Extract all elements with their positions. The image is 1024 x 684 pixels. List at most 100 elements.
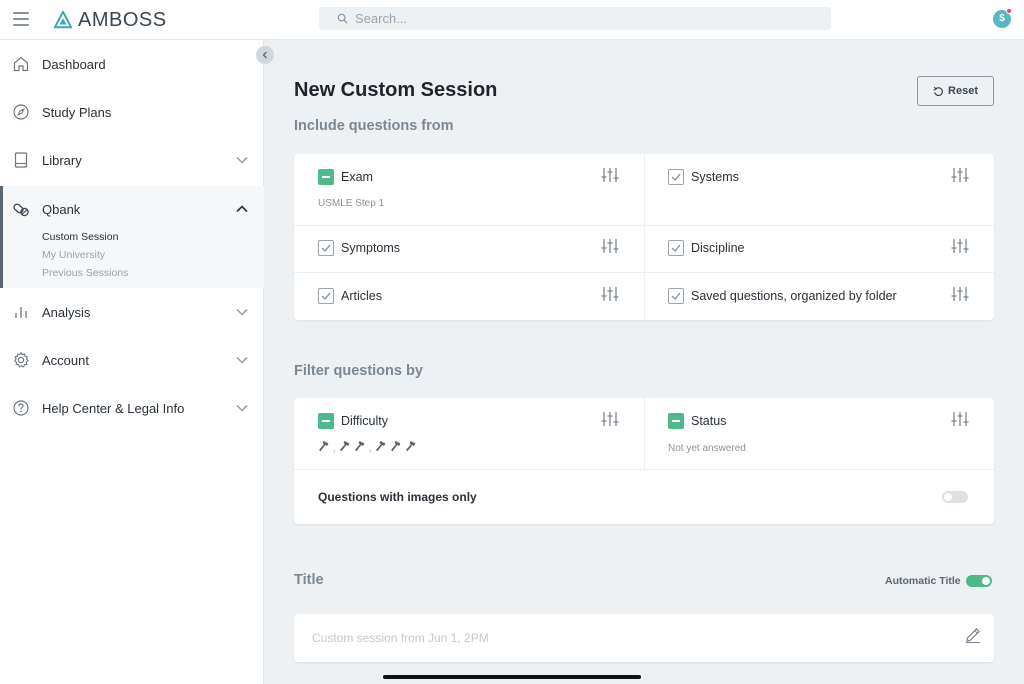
tune-icon[interactable] [951, 167, 969, 183]
sidebar-item-analysis[interactable]: Analysis [0, 288, 264, 336]
toggle-knob [982, 577, 990, 585]
sidebar-item-help-center[interactable]: Help Center & Legal Info [0, 384, 264, 432]
toggle-knob [944, 493, 952, 501]
app-logo[interactable]: AMBOSS [54, 8, 167, 32]
bar-chart-icon [15, 307, 27, 318]
divider [644, 398, 645, 469]
filter-status[interactable]: Status [668, 413, 726, 429]
tune-icon[interactable] [951, 411, 969, 427]
sidebar-item-library[interactable]: Library [0, 136, 264, 184]
include-discipline[interactable]: Discipline [668, 240, 745, 256]
tune-icon[interactable] [951, 238, 969, 254]
include-heading: Include questions from [294, 118, 454, 134]
search-input[interactable] [355, 11, 795, 26]
automatic-title-toggle[interactable] [966, 575, 992, 587]
reset-label: Reset [948, 85, 978, 97]
include-card: Exam USMLE Step 1 Systems Symptoms Disci… [294, 154, 994, 320]
hammer-icon[interactable] [390, 440, 402, 452]
images-only-toggle[interactable] [942, 491, 968, 503]
divider [294, 469, 994, 470]
tune-icon[interactable] [601, 238, 619, 254]
check-icon [671, 173, 681, 181]
notification-dot [1006, 8, 1012, 14]
check-icon [321, 244, 331, 252]
session-title-input[interactable] [312, 628, 932, 648]
book-icon [14, 152, 28, 168]
include-exam[interactable]: Exam [318, 169, 373, 185]
tune-icon[interactable] [601, 286, 619, 302]
sidebar-item-account[interactable]: Account [0, 336, 264, 384]
help-icon [13, 400, 29, 416]
hammer-icon[interactable] [354, 440, 366, 452]
hammer-icon[interactable] [318, 440, 330, 452]
difficulty-label: Difficulty [341, 414, 389, 428]
filter-card: Difficulty , , Status Not yet answered Q… [294, 398, 994, 524]
chevron-up-icon[interactable] [236, 205, 248, 213]
sidebar-collapse-button[interactable] [256, 46, 274, 64]
sidebar-item-qbank[interactable]: Qbank [0, 186, 264, 232]
search-bar[interactable] [319, 7, 831, 30]
systems-label: Systems [691, 170, 739, 184]
divider [294, 272, 994, 273]
include-saved-questions[interactable]: Saved questions, organized by folder [668, 288, 897, 304]
sidebar-item-label: Study Plans [42, 104, 112, 120]
chevron-down-icon[interactable] [236, 404, 248, 412]
home-icon [13, 56, 29, 72]
chevron-down-icon[interactable] [236, 356, 248, 364]
menu-icon[interactable] [13, 12, 29, 26]
chevron-down-icon[interactable] [236, 156, 248, 164]
check-icon [671, 244, 681, 252]
exam-label: Exam [341, 170, 373, 184]
saved-questions-label: Saved questions, organized by folder [691, 289, 897, 303]
difficulty-checkbox[interactable] [318, 413, 334, 429]
status-checkbox[interactable] [668, 413, 684, 429]
sidebar-item-dashboard[interactable]: Dashboard [0, 40, 264, 88]
home-indicator[interactable] [383, 675, 641, 679]
articles-label: Articles [341, 289, 382, 303]
reset-icon [933, 86, 943, 96]
filter-difficulty[interactable]: Difficulty [318, 413, 388, 429]
sidebar-item-study-plans[interactable]: Study Plans [0, 88, 264, 136]
title-input-card [294, 614, 994, 662]
exam-selection: USMLE Step 1 [318, 198, 385, 209]
top-bar: AMBOSS $ [0, 0, 1024, 40]
logo-text: AMBOSS [78, 8, 167, 31]
include-systems[interactable]: Systems [668, 169, 739, 185]
gear-icon [13, 351, 29, 368]
sidebar-item-label: Analysis [42, 304, 91, 320]
reset-button[interactable]: Reset [917, 76, 994, 106]
include-symptoms[interactable]: Symptoms [318, 240, 400, 256]
tune-icon[interactable] [601, 167, 619, 183]
sidebar-item-label: Help Center & Legal Info [42, 400, 185, 416]
sidebar-subitem-my-university[interactable]: My University [42, 249, 105, 261]
chevron-left-icon [262, 51, 267, 59]
articles-checkbox[interactable] [318, 288, 334, 304]
discipline-checkbox[interactable] [668, 240, 684, 256]
title-section-label: Title [294, 572, 324, 588]
search-icon [337, 13, 348, 24]
symptoms-checkbox[interactable] [318, 240, 334, 256]
pencil-icon[interactable] [964, 626, 982, 644]
discipline-label: Discipline [691, 241, 745, 255]
sidebar-item-label: Account [42, 352, 89, 368]
exam-checkbox[interactable] [318, 169, 334, 185]
tune-icon[interactable] [601, 411, 619, 427]
saved-questions-checkbox[interactable] [668, 288, 684, 304]
include-articles[interactable]: Articles [318, 288, 382, 304]
hammer-icon[interactable] [339, 440, 351, 452]
check-icon [321, 292, 331, 300]
sidebar-item-label: Library [42, 152, 82, 168]
check-icon [671, 292, 681, 300]
qbank-section: Qbank Custom Session My University Previ… [0, 186, 264, 288]
tune-icon[interactable] [951, 286, 969, 302]
sidebar-subitem-custom-session[interactable]: Custom Session [42, 231, 118, 243]
divider [644, 154, 645, 320]
symptoms-label: Symptoms [341, 241, 401, 255]
systems-checkbox[interactable] [668, 169, 684, 185]
chevron-down-icon[interactable] [236, 308, 248, 316]
amboss-logo-icon [54, 11, 72, 29]
sidebar-subitem-previous-sessions[interactable]: Previous Sessions [42, 267, 128, 279]
sidebar: Dashboard Study Plans Library Qbank Cust… [0, 40, 264, 684]
hammer-icon[interactable] [375, 440, 387, 452]
hammer-icon[interactable] [405, 440, 417, 452]
